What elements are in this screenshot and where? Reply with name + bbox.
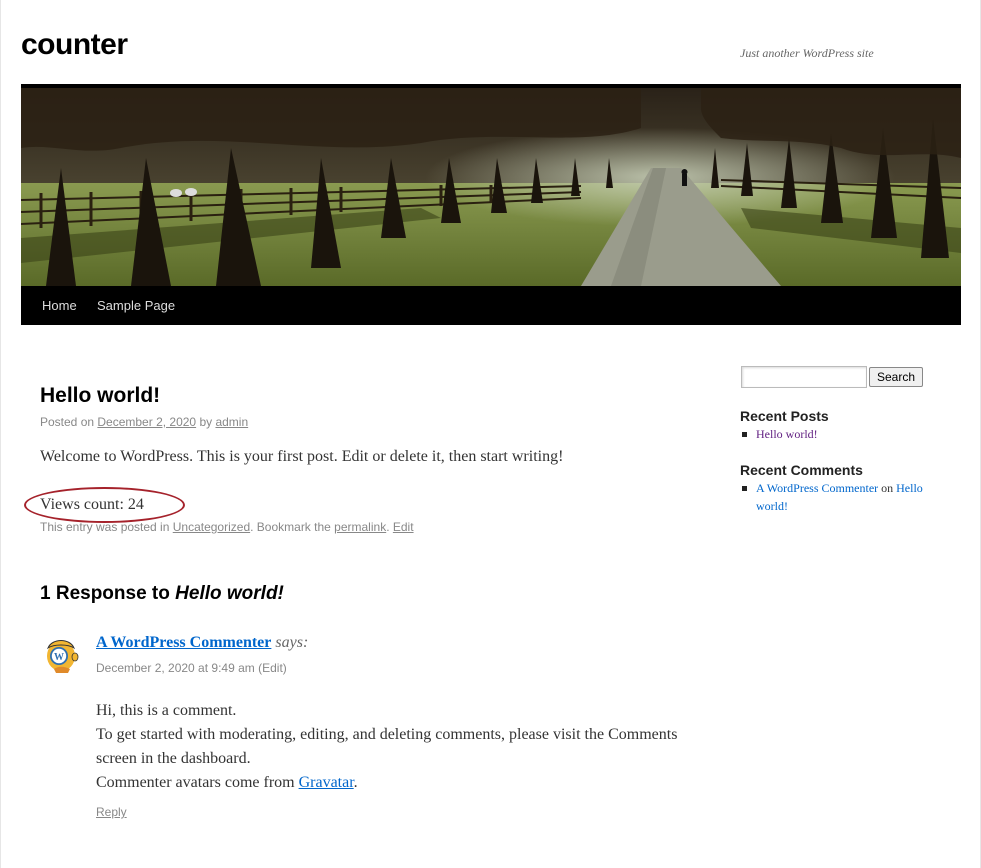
post-content: Welcome to WordPress. This is your first… [40,448,564,465]
comment-content: Hi, this is a comment. To get started wi… [96,699,696,795]
comment-meta: December 2, 2020 at 9:49 am (Edit) [96,661,287,675]
responses-prefix: 1 Response to [40,583,176,604]
post-meta: Posted on December 2, 2020 by admin [40,415,248,429]
post-meta-by: by [196,415,216,429]
svg-text:W: W [54,652,64,663]
comment-line-3-suffix: . [353,774,358,791]
comment-author: A WordPress Commenter says: [96,634,308,652]
category-link[interactable]: Uncategorized [173,520,250,534]
post-author-link[interactable]: admin [215,415,248,429]
comment-line-2: To get started with moderating, editing,… [96,726,678,767]
annotation-ellipse [24,487,185,523]
recent-posts-heading: Recent Posts [740,408,829,424]
gravatar-link[interactable]: Gravatar [299,774,354,791]
comment-line-1: Hi, this is a comment. [96,702,237,719]
comment-edit-link[interactable]: (Edit) [258,661,287,675]
post-footer-sep: . [386,520,393,534]
post-footer-prefix: This entry was posted in [40,520,173,534]
post-footer: This entry was posted in Uncategorized. … [40,520,414,534]
edit-post-link[interactable]: Edit [393,520,414,534]
main-navigation: Home Sample Page [21,286,961,325]
post-meta-prefix: Posted on [40,415,98,429]
comment-date-link[interactable]: December 2, 2020 at 9:49 am [96,661,255,675]
comment-line-3-prefix: Commenter avatars come from [96,774,299,791]
recent-comments-heading: Recent Comments [740,462,863,478]
site-description: Just another WordPress site [740,46,874,60]
recent-posts-list: Hello world! [740,425,950,443]
recent-comment-item: A WordPress Commenter on Hello world! [740,479,950,515]
post-title[interactable]: Hello world! [40,384,160,408]
commenter-avatar: W [46,640,79,673]
responses-post-title: Hello world! [175,583,284,604]
recent-post-link[interactable]: Hello world! [756,427,818,441]
comment-says: says: [275,634,309,651]
search-input[interactable] [741,366,867,388]
recent-comment-on: on [878,481,897,495]
responses-heading: 1 Response to Hello world! [40,583,284,605]
nav-item-sample-page[interactable]: Sample Page [97,298,175,313]
search-button[interactable]: Search [869,367,923,387]
post-date-link[interactable]: December 2, 2020 [97,415,196,429]
page-left-border [0,0,1,868]
nav-item-home[interactable]: Home [42,298,77,313]
header-banner-image [21,88,961,286]
recent-post-item: Hello world! [740,425,950,443]
recent-comment-author-link[interactable]: A WordPress Commenter [756,481,878,495]
permalink-link[interactable]: permalink [334,520,386,534]
reply-link[interactable]: Reply [96,805,127,819]
site-title[interactable]: counter [21,28,128,62]
comment-line-3: Commenter avatars come from Gravatar. [96,771,696,795]
comment-author-link[interactable]: A WordPress Commenter [96,634,271,651]
post-footer-middle: . Bookmark the [250,520,335,534]
recent-comments-list: A WordPress Commenter on Hello world! [740,479,950,515]
